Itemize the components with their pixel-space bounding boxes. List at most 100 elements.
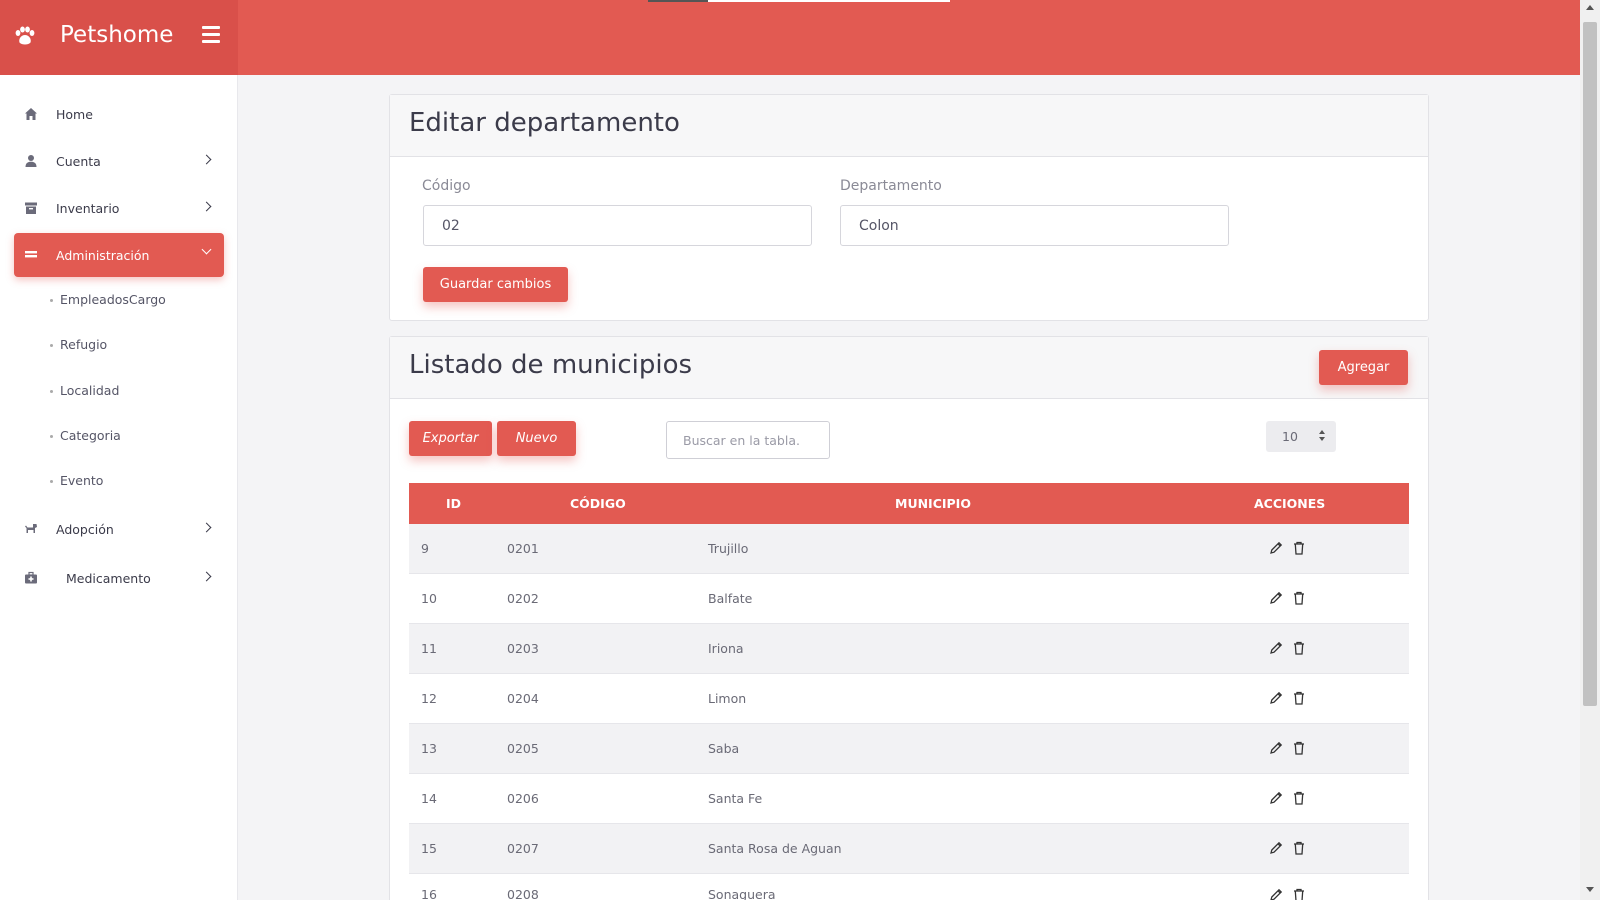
sidebar-item-medicamento[interactable]: Medicamento [14,556,224,600]
table-row: 10 0202 Balfate [409,574,1409,624]
table-row: 13 0205 Saba [409,724,1409,774]
cell-id: 9 [421,541,429,556]
edit-icon[interactable] [1268,790,1284,806]
cell-codigo: 0204 [507,691,539,706]
cell-codigo: 0206 [507,791,539,806]
trash-icon[interactable] [1291,740,1307,756]
card-header: Listado de municipios [390,337,1428,399]
chevron-right-icon [201,154,212,165]
chevron-right-icon [201,201,212,212]
codigo-label: Código [422,178,471,194]
cell-id: 16 [421,887,437,900]
cell-codigo: 0203 [507,641,539,656]
table-row: 12 0204 Limon [409,674,1409,724]
home-icon [25,108,37,120]
trash-icon[interactable] [1291,840,1307,856]
table-row: 15 0207 Santa Rosa de Aguan [409,824,1409,874]
cell-id: 13 [421,741,437,756]
cell-id: 15 [421,841,437,856]
sidebar-item-adopcion[interactable]: Adopción [14,507,224,551]
edit-icon[interactable] [1268,690,1284,706]
cell-codigo: 0202 [507,591,539,606]
sidebar-item-label: Medicamento [66,570,151,586]
cell-municipio: Sonaguera [708,887,776,900]
trash-icon[interactable] [1291,690,1307,706]
sidebar-item-administracion[interactable]: Administración [14,233,224,277]
column-header-acciones: ACCIONES [1254,496,1326,511]
column-header-codigo[interactable]: CÓDIGO [570,496,626,511]
cell-municipio: Santa Fe [708,791,763,806]
cell-codigo: 0205 [507,741,539,756]
sidebar-item-label: Cuenta [56,153,101,169]
trash-icon[interactable] [1291,790,1307,806]
sidebar-item-inventario[interactable]: Inventario [14,186,224,230]
chevron-down-icon [201,244,212,255]
chevron-right-icon [201,571,212,582]
cell-id: 11 [421,641,437,656]
menu-toggle-icon[interactable] [202,26,220,43]
departamento-input[interactable]: Colon [840,205,1229,246]
cell-municipio: Trujillo [708,541,749,556]
scroll-down-icon[interactable] [1586,887,1594,892]
cell-id: 10 [421,591,437,606]
cell-codigo: 0207 [507,841,539,856]
brand-header: Petshome [0,0,238,75]
add-button[interactable]: Agregar [1319,350,1408,385]
edit-icon[interactable] [1268,540,1284,556]
cell-id: 12 [421,691,437,706]
medkit-icon [25,571,37,584]
scroll-up-icon[interactable] [1586,5,1594,10]
cell-codigo: 0208 [507,887,539,900]
sidebar-subitem-categoria[interactable]: Categoria [50,428,121,443]
cell-municipio: Saba [708,741,740,756]
trash-icon[interactable] [1291,540,1307,556]
cell-id: 14 [421,791,437,806]
page-size-value: 10 [1282,429,1298,444]
column-header-id[interactable]: ID [446,496,461,511]
trash-icon[interactable] [1291,640,1307,656]
codigo-input[interactable]: 02 [423,205,812,246]
sidebar-item-label: Administración [56,247,150,263]
edit-icon[interactable] [1268,840,1284,856]
column-header-municipio[interactable]: MUNICIPIO [895,496,971,511]
scrollbar-thumb[interactable] [1583,22,1597,706]
loading-bar-track [648,0,708,2]
cell-codigo: 0201 [507,541,539,556]
cell-municipio: Limon [708,691,747,706]
export-button[interactable]: Exportar [409,421,492,456]
edit-icon[interactable] [1268,590,1284,606]
new-button[interactable]: Nuevo [497,421,576,456]
cell-municipio: Iriona [708,641,744,656]
departamento-label: Departamento [840,178,942,194]
trash-icon[interactable] [1291,590,1307,606]
table-row: 14 0206 Santa Fe [409,774,1409,824]
save-changes-button[interactable]: Guardar cambios [423,267,568,302]
table-row: 16 0208 Sonaguera [409,874,1409,900]
edit-icon[interactable] [1268,887,1284,900]
table-header: ID CÓDIGO MUNICIPIO ACCIONES [409,483,1409,524]
sidebar-subitem-refugio[interactable]: Refugio [49,337,107,352]
page-scrollbar[interactable] [1580,0,1600,900]
chevron-right-icon [201,522,212,533]
card-header: Editar departamento [390,95,1428,157]
edit-icon[interactable] [1268,640,1284,656]
cell-municipio: Balfate [708,591,753,606]
edit-icon[interactable] [1268,740,1284,756]
sidebar-item-label: Home [56,106,93,122]
table-search-input[interactable]: Buscar en la tabla. [666,421,830,459]
paw-icon [15,26,35,45]
sidebar-subitem-localidad[interactable]: Localidad [49,383,119,398]
sidebar-item-label: Adopción [56,521,114,537]
page-title: Editar departamento [409,108,680,138]
loading-bar-fill [708,0,950,2]
app-title: Petshome [60,22,174,48]
sidebar-item-label: Inventario [56,200,120,216]
table-row: 9 0201 Trujillo [409,524,1409,574]
trash-icon[interactable] [1291,887,1307,900]
sidebar-subitem-evento[interactable]: Evento [49,473,103,488]
page-size-select[interactable]: 10 [1266,421,1336,452]
user-icon [25,155,37,167]
sidebar-subitem-empleadoscargo[interactable]: EmpleadosCargo [50,292,166,307]
sidebar-item-home[interactable]: Home [14,92,224,136]
sidebar-item-cuenta[interactable]: Cuenta [14,139,224,183]
